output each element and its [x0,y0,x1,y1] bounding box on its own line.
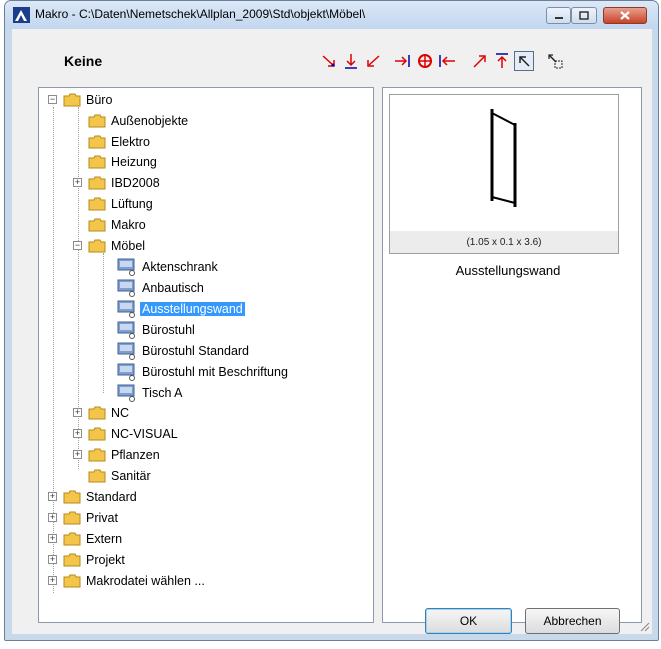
tree-item-extern[interactable]: + Extern [43,529,122,549]
ok-button[interactable]: OK [425,608,512,634]
tree-item-buero[interactable]: − Büro [43,90,112,110]
folder-open-icon [88,239,106,253]
align-bottom-icon[interactable] [341,51,361,71]
minimize-icon [554,16,563,19]
folder-icon [88,427,106,441]
tree-item-pflanzen[interactable]: + Pflanzen [68,445,160,465]
expand-icon[interactable]: + [73,408,82,417]
minimize-button[interactable] [546,7,571,24]
align-right-icon[interactable] [393,51,413,71]
folder-icon [88,218,106,232]
expand-icon[interactable]: + [48,576,57,585]
window-title: Makro - C:\Daten\Nemetschek\Allplan_2009… [35,7,366,21]
collapse-icon[interactable]: − [48,95,57,104]
align-bottom-left-icon[interactable] [363,51,383,71]
folder-icon [88,197,106,211]
macro-icon [117,384,135,402]
align-bottom-right-icon[interactable] [319,51,339,71]
expand-icon[interactable]: + [48,492,57,501]
folder-icon [63,532,81,546]
tree-item-makrodatei-waehlen[interactable]: + Makrodatei wählen ... [43,571,205,591]
expand-icon[interactable]: + [73,178,82,187]
tree-item-aktenschrank[interactable]: Aktenschrank [117,257,218,277]
current-macro-label: Keine [64,53,103,69]
macro-icon [117,342,135,360]
expand-icon[interactable]: + [48,513,57,522]
maximize-icon [579,11,589,20]
selected-item-label: Ausstellungswand [140,302,245,316]
folder-icon [88,406,106,420]
preview-name: Ausstellungswand [455,263,561,278]
tree-item-buerostuhl[interactable]: Bürostuhl [117,320,195,340]
folder-icon [88,176,106,190]
tree-item-standard[interactable]: + Standard [43,487,137,507]
preview-toggle-icon[interactable] [545,51,565,71]
cancel-button[interactable]: Abbrechen [525,608,620,634]
macro-icon [117,321,135,339]
macro-preview: (1.05 x 0.1 x 3.6) [389,94,619,254]
tree-item-privat[interactable]: + Privat [43,508,118,528]
tree-item-tisch-a[interactable]: Tisch A [117,383,183,403]
tree-item-nc[interactable]: + NC [68,403,129,423]
folder-icon [88,135,106,149]
close-button[interactable] [603,7,647,24]
macro-icon [117,300,135,318]
expand-icon[interactable]: + [48,555,57,564]
macro-icon [117,363,135,381]
folder-icon [63,511,81,525]
macro-icon [117,258,135,276]
folder-icon [88,114,106,128]
collapse-icon[interactable]: − [73,241,82,250]
macro-dialog: Makro - C:\Daten\Nemetschek\Allplan_2009… [4,0,659,641]
expand-icon[interactable]: + [48,534,57,543]
tree-item-makro[interactable]: Makro [68,215,146,235]
folder-icon [63,574,81,588]
preview-panel: (1.05 x 0.1 x 3.6) Ausstellungswand [382,87,642,623]
resize-grip-icon[interactable] [638,620,650,632]
title-bar[interactable]: Makro - C:\Daten\Nemetschek\Allplan_2009… [5,1,658,29]
macro-icon [117,279,135,297]
align-top-left-icon[interactable] [514,51,534,71]
maximize-button[interactable] [571,7,597,24]
macro-tree[interactable]: − Büro Außenobjekte Elektro Heizung + IB… [38,87,374,623]
folder-icon [63,490,81,504]
tree-item-buerostuhl-beschriftung[interactable]: Bürostuhl mit Beschriftung [117,362,288,382]
folder-open-icon [63,93,81,107]
tree-item-sanitaer[interactable]: Sanitär [68,466,151,486]
tree-item-anbautisch[interactable]: Anbautisch [117,278,204,298]
preview-dimensions: (1.05 x 0.1 x 3.6) [390,231,618,253]
folder-icon [88,155,106,169]
tree-item-buerostuhl-standard[interactable]: Bürostuhl Standard [117,341,249,361]
align-top-right-icon[interactable] [470,51,490,71]
expand-icon[interactable]: + [73,429,82,438]
tree-item-moebel[interactable]: − Möbel [68,236,145,256]
tree-item-nc-visual[interactable]: + NC-VISUAL [68,424,178,444]
tree-item-ibd2008[interactable]: + IBD2008 [68,173,160,193]
tree-item-ausstellungswand[interactable]: Ausstellungswand [117,299,245,319]
tree-guide-line [103,253,104,393]
folder-icon [88,469,106,483]
tree-item-heizung[interactable]: Heizung [68,152,157,172]
wall-preview-graphic [490,109,517,207]
dialog-body: Keine − Büro Außenobjekte Elektro Heizun… [12,29,652,634]
folder-icon [88,448,106,462]
folder-icon [63,553,81,567]
tree-item-elektro[interactable]: Elektro [68,132,150,152]
align-top-icon[interactable] [492,51,512,71]
tree-item-lueftung[interactable]: Lüftung [68,194,153,214]
close-icon [620,11,630,20]
align-center-icon[interactable] [415,51,435,71]
app-icon [13,7,30,23]
tree-item-projekt[interactable]: + Projekt [43,550,125,570]
expand-icon[interactable]: + [73,450,82,459]
align-left-icon[interactable] [437,51,457,71]
tree-item-aussenobjekte[interactable]: Außenobjekte [68,111,188,131]
